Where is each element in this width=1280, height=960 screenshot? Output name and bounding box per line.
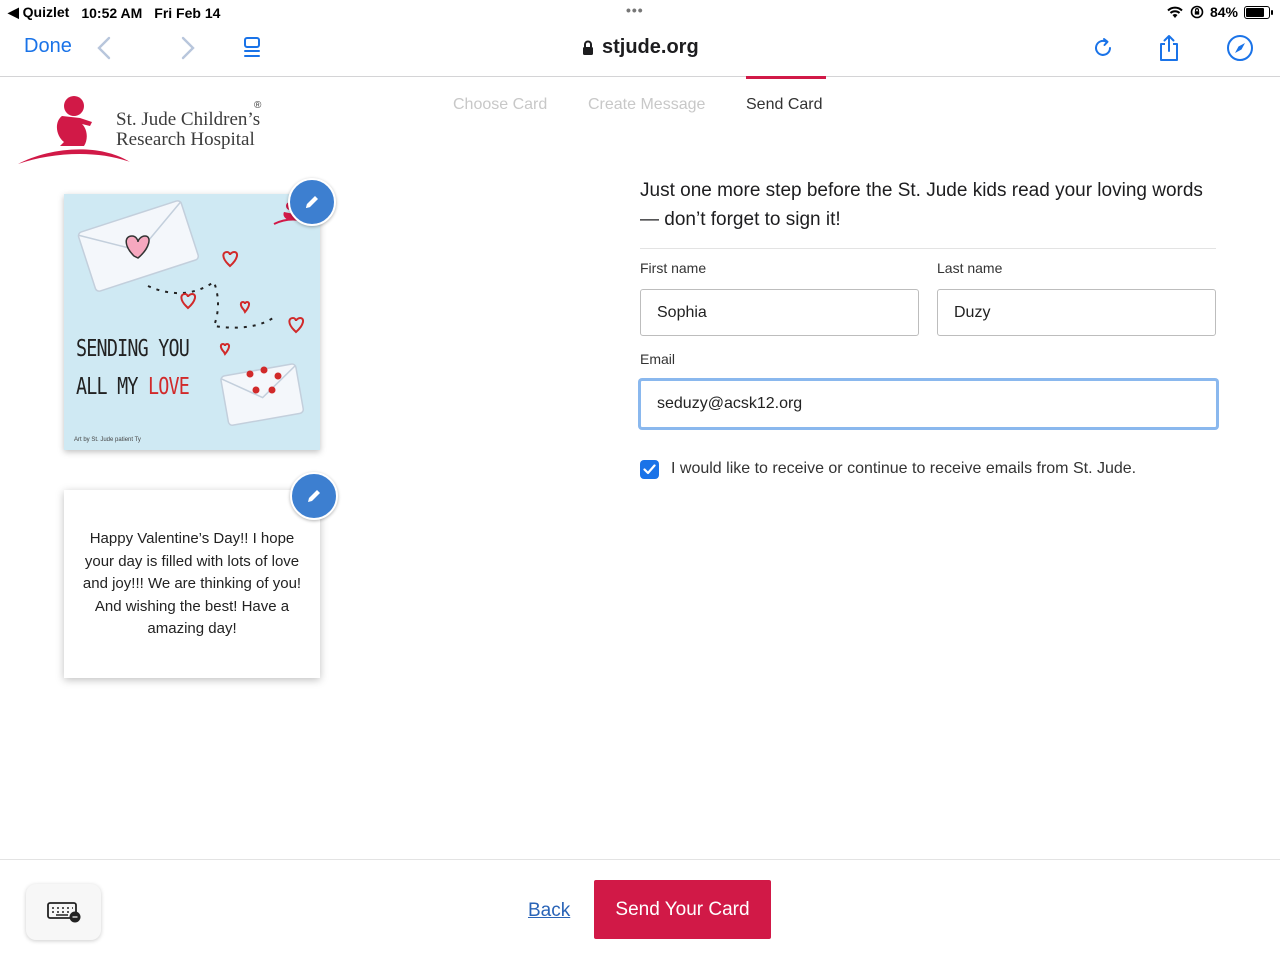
step-choose-card[interactable]: Choose Card [453,96,547,114]
card-text-love: LOVE [147,374,190,400]
pencil-icon [308,490,320,502]
orientation-lock-icon [1190,5,1204,19]
pencil-icon [306,196,318,208]
first-name-input[interactable] [640,289,919,336]
battery-icon [1244,5,1273,19]
logo-line-2: Research Hospital [116,129,255,150]
last-name-label: Last name [937,260,1003,276]
address-bar[interactable]: stjude.org [582,36,699,59]
status-bar: ◀ Quizlet 10:52 AM Fri Feb 14 ••• 84% [0,0,1280,24]
status-time: 10:52 AM [81,4,143,21]
reload-icon[interactable] [1089,34,1117,62]
email-label: Email [640,351,676,367]
checkmark-icon [643,464,656,475]
back-to-app-link[interactable]: ◀ Quizlet [8,4,69,21]
send-your-card-button[interactable]: Send Your Card [594,880,771,939]
battery-percent: 84% [1209,4,1238,20]
keyboard-icon [46,902,80,923]
card-front-text: SENDING YOU ALL MY LOVE [76,330,190,406]
card-text-line-1: SENDING YOU [76,336,190,362]
tabs-icon[interactable] [238,34,266,62]
sign-card-form: Just one more step before the St. Jude k… [640,176,1216,249]
chevron-left-icon[interactable] [90,34,118,62]
compass-icon[interactable] [1226,34,1254,62]
card-message-text: Happy Valentine’s Day!! I hope your day … [82,530,302,637]
wifi-icon [1167,6,1183,18]
form-intro-text: Just one more step before the St. Jude k… [640,180,1203,230]
edit-card-front-button[interactable] [288,178,336,226]
active-step-indicator [746,76,826,79]
valentine-card-artwork [64,194,320,450]
url-text: stjude.org [602,36,699,58]
back-link[interactable]: Back [528,900,570,922]
status-date: Fri Feb 14 [154,4,221,21]
form-divider [640,248,1216,249]
share-icon[interactable] [1155,34,1183,62]
first-name-label: First name [640,260,707,276]
email-input[interactable] [639,379,1218,429]
card-message-preview: Happy Valentine’s Day!! I hope your day … [64,490,320,678]
multitasking-dots[interactable]: ••• [626,2,644,18]
lock-icon [583,40,593,55]
step-create-message[interactable]: Create Message [588,96,705,114]
email-optin-checkbox[interactable] [640,460,659,479]
browser-toolbar: Done stjude.org [0,24,1280,77]
email-optin-label[interactable]: I would like to receive or continue to r… [671,460,1136,478]
progress-steps: Choose Card Create Message Send Card [0,76,1280,126]
card-text-line-2: ALL MY [76,374,148,400]
art-credit: Art by St. Jude patient Ty [74,437,141,443]
page-footer: Back Send Your Card [0,859,1280,960]
card-front-preview: SENDING YOU ALL MY LOVE Art by St. Jude … [64,194,320,450]
last-name-input[interactable] [937,289,1216,336]
chevron-right-icon[interactable] [174,34,202,62]
keyboard-toggle-button[interactable] [26,884,101,940]
done-button[interactable]: Done [24,35,72,58]
edit-message-button[interactable] [290,472,338,520]
step-send-card[interactable]: Send Card [746,96,823,114]
